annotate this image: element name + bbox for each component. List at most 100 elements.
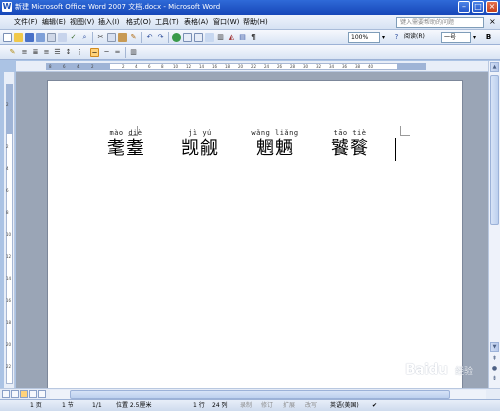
- menu-view[interactable]: 视图(V): [70, 18, 94, 27]
- menu-bar: 文件(F) 编辑(E) 视图(V) 插入(I) 格式(O) 工具(T) 表格(A…: [0, 15, 500, 30]
- undo-icon[interactable]: ↶: [145, 33, 154, 42]
- spelling-status-icon[interactable]: ✔: [372, 402, 377, 410]
- format-painter-icon[interactable]: ✎: [129, 33, 138, 42]
- scroll-up-arrow-icon[interactable]: ▲: [490, 62, 499, 72]
- border-icon[interactable]: ─: [102, 48, 111, 57]
- tables-borders-icon[interactable]: [183, 33, 192, 42]
- horizontal-scrollbar[interactable]: [0, 388, 500, 399]
- align-left-icon[interactable]: ≡: [20, 48, 29, 57]
- highlight-active-icon[interactable]: ─: [90, 48, 99, 57]
- insert-excel-icon[interactable]: [205, 33, 214, 42]
- permission-icon[interactable]: [36, 33, 45, 42]
- vertical-ruler-number: 6: [6, 188, 9, 193]
- toolbar-separator: [141, 32, 142, 43]
- pinyin-text: tāo tiè: [333, 129, 367, 137]
- cut-icon[interactable]: ✂: [96, 33, 105, 42]
- save-icon[interactable]: [25, 33, 34, 42]
- shading-icon[interactable]: ═: [113, 48, 122, 57]
- document-map-icon[interactable]: ▤: [238, 33, 247, 42]
- numbering-icon[interactable]: ⋮: [75, 48, 84, 57]
- window-title: 新建 Microsoft Office Word 2007 文档.docx - …: [15, 3, 221, 11]
- status-line: 1 行: [193, 402, 205, 409]
- pinyin-text: mào diè: [109, 129, 143, 137]
- status-overtype[interactable]: 改写: [305, 402, 317, 410]
- menu-tools[interactable]: 工具(T): [155, 18, 179, 27]
- watermark-subtitle: 经验: [455, 367, 474, 377]
- menu-file[interactable]: 文件(F): [14, 18, 38, 27]
- bold-icon[interactable]: B: [484, 33, 493, 42]
- font-size-dropdown-icon[interactable]: ▾: [473, 33, 476, 42]
- status-record[interactable]: 录制: [240, 402, 252, 410]
- close-window-button[interactable]: ×: [486, 1, 498, 13]
- insert-table-icon[interactable]: [194, 33, 203, 42]
- normal-view-icon[interactable]: [2, 390, 10, 398]
- status-column: 24 列: [212, 402, 228, 409]
- word-app-icon: W: [2, 2, 12, 12]
- columns-icon[interactable]: ▥: [216, 33, 225, 42]
- spelling-icon[interactable]: ✓: [69, 33, 78, 42]
- hanzi-text: 魍魉: [256, 138, 294, 159]
- document-page[interactable]: mào diè 耄耋 jì yú 觊觎 wǎng liǎng 魍魉 tāo ti…: [47, 80, 463, 400]
- horizontal-scroll-thumb[interactable]: [70, 390, 450, 399]
- pinyin-text: jì yú: [188, 129, 212, 137]
- status-language[interactable]: 英语(美国): [330, 402, 359, 410]
- vertical-ruler-number: 16: [6, 298, 12, 303]
- zoom-select[interactable]: 100%: [348, 32, 380, 43]
- hanzi-text: 饕餮: [331, 138, 369, 159]
- ruler-number: 26: [277, 64, 283, 69]
- menu-insert[interactable]: 插入(I): [98, 18, 120, 27]
- menu-edit[interactable]: 编辑(E): [42, 18, 66, 27]
- help-icon[interactable]: ?: [392, 33, 401, 42]
- zoom-dropdown-icon[interactable]: ▾: [382, 33, 385, 42]
- status-page: 1 页: [30, 402, 42, 409]
- status-extend[interactable]: 扩展: [283, 402, 295, 410]
- close-document-button[interactable]: ×: [489, 17, 496, 27]
- menu-help[interactable]: 帮助(H): [243, 18, 268, 27]
- scroll-down-arrow-icon[interactable]: ▼: [490, 342, 499, 352]
- horizontal-ruler[interactable]: 8 6 4 2 2 4 6 8 10 12 14 16 18 20 22 24 …: [16, 61, 488, 72]
- align-center-icon[interactable]: ≣: [31, 48, 40, 57]
- ruler-number: 20: [238, 64, 244, 69]
- status-track-changes[interactable]: 修订: [261, 402, 273, 410]
- hyperlink-icon[interactable]: [172, 33, 181, 42]
- outline-view-icon[interactable]: [29, 390, 37, 398]
- print-icon[interactable]: [47, 33, 56, 42]
- font-size-select[interactable]: 一号: [441, 32, 471, 43]
- ruler-number: 34: [329, 64, 335, 69]
- ruler-right-margin: [397, 63, 426, 70]
- toolbar-separator: [92, 32, 93, 43]
- phonetic-guide-icon[interactable]: ▥: [129, 48, 138, 57]
- ruler-number: 14: [199, 64, 205, 69]
- vertical-ruler[interactable]: 2 2 4 6 8 10 12 14 16 18 20 22: [4, 72, 15, 388]
- style-icon[interactable]: ✎: [8, 48, 17, 57]
- horizontal-scroll-track[interactable]: [50, 390, 486, 399]
- vertical-ruler-number: 4: [6, 166, 9, 171]
- justify-icon[interactable]: ☰: [53, 48, 62, 57]
- vertical-ruler-number: 18: [6, 320, 12, 325]
- web-view-icon[interactable]: [11, 390, 19, 398]
- line-spacing-icon[interactable]: ↕: [64, 48, 73, 57]
- status-page-of: 1/1: [92, 402, 102, 409]
- vertical-scrollbar[interactable]: ▲ ▼ ⇞ ● ⇟: [488, 61, 500, 388]
- new-document-icon[interactable]: [3, 33, 12, 42]
- open-folder-icon[interactable]: [14, 33, 23, 42]
- vertical-scroll-thumb[interactable]: [490, 75, 499, 225]
- menu-table[interactable]: 表格(A): [184, 18, 208, 27]
- menu-format[interactable]: 格式(O): [126, 18, 151, 27]
- reading-mode-button[interactable]: 阅读(R): [404, 32, 425, 42]
- reading-view-icon[interactable]: [38, 390, 46, 398]
- help-search-input[interactable]: 键入需要帮助的问题: [396, 17, 484, 28]
- research-icon[interactable]: ⌕: [80, 33, 89, 42]
- show-hide-icon[interactable]: ¶: [249, 33, 258, 42]
- restore-button[interactable]: □: [472, 1, 484, 13]
- minimize-button[interactable]: –: [458, 1, 470, 13]
- print-layout-icon[interactable]: [20, 390, 28, 398]
- drawing-icon[interactable]: ◭: [227, 33, 236, 42]
- title-bar: W 新建 Microsoft Office Word 2007 文档.docx …: [0, 0, 500, 15]
- print-preview-icon[interactable]: [58, 33, 67, 42]
- paste-icon[interactable]: [118, 33, 127, 42]
- copy-icon[interactable]: [107, 33, 116, 42]
- menu-window[interactable]: 窗口(W): [213, 18, 239, 27]
- redo-icon[interactable]: ↷: [156, 33, 165, 42]
- align-right-icon[interactable]: ≡: [42, 48, 51, 57]
